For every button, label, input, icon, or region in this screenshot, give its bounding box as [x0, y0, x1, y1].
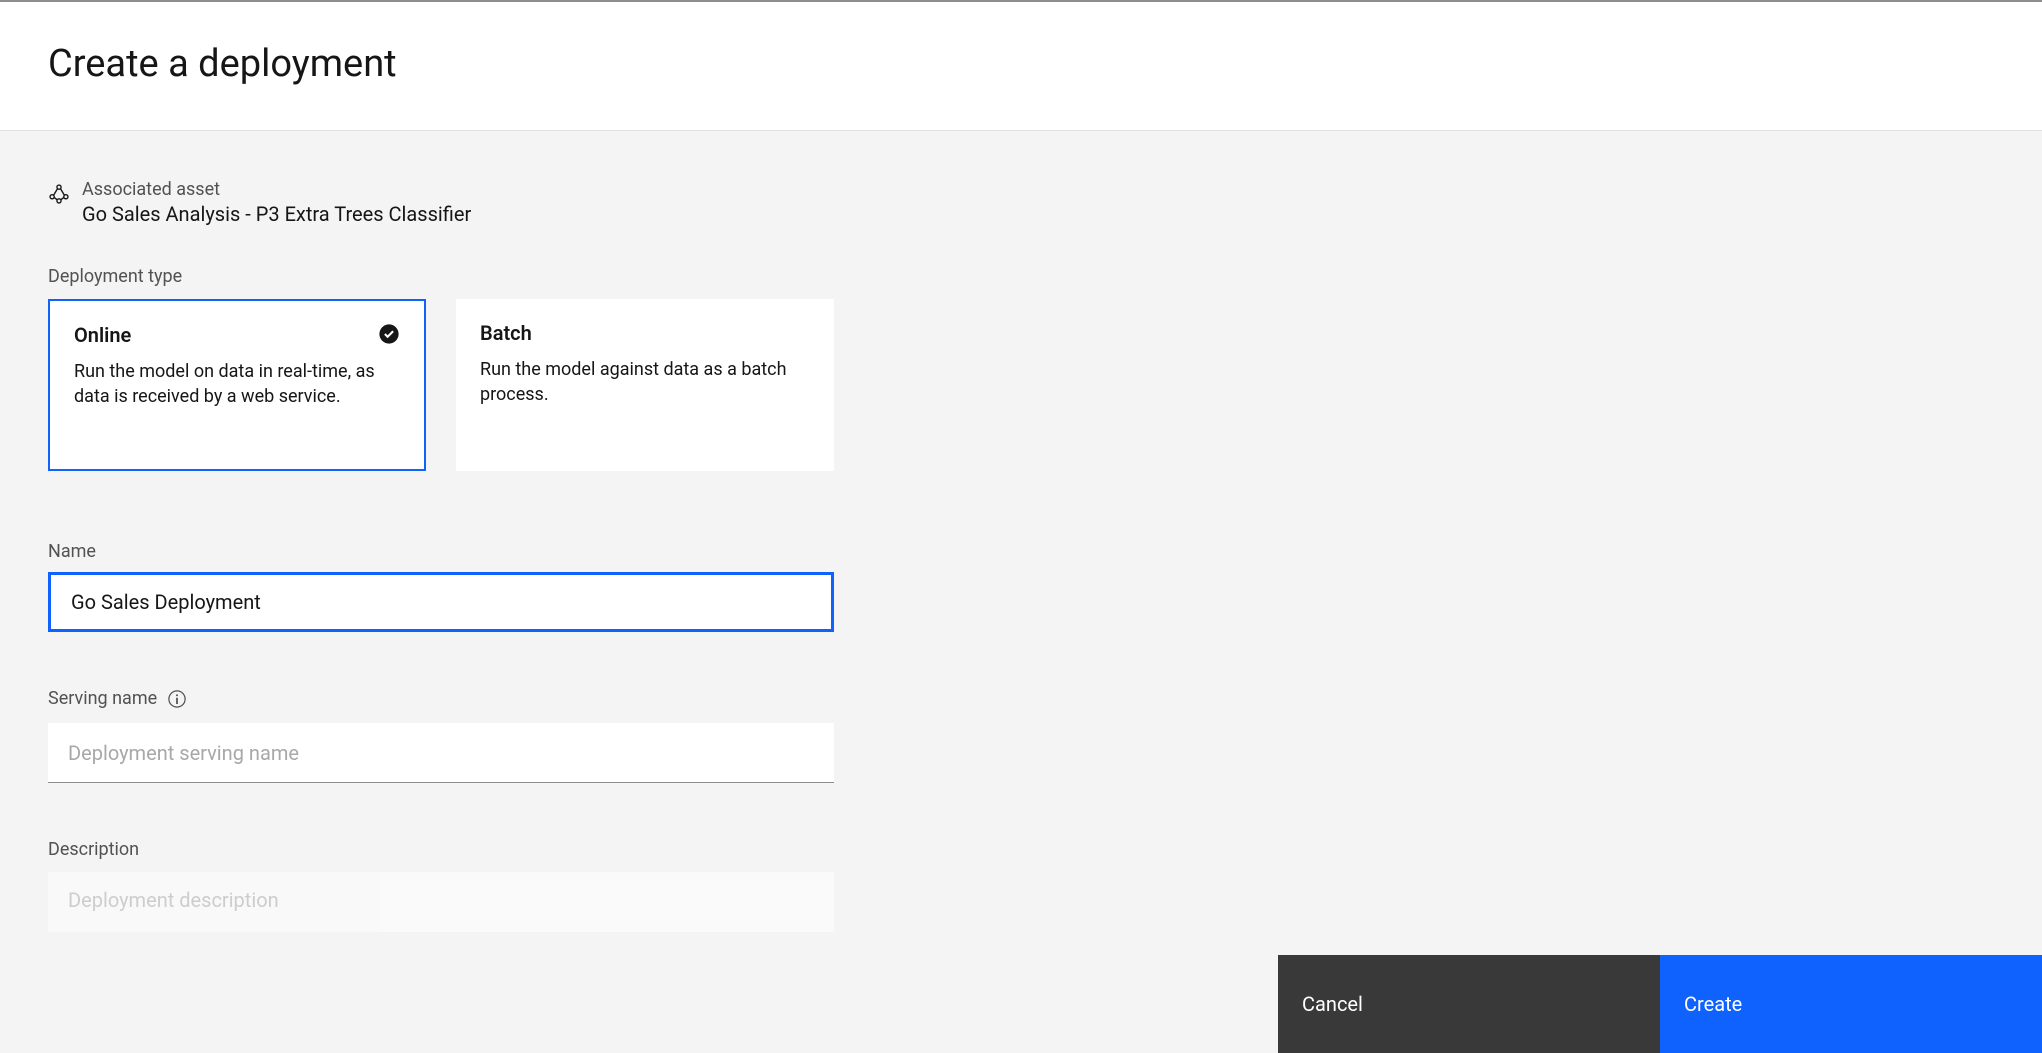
option-description: Run the model against data as a batch pr…	[480, 357, 810, 407]
name-section: Name	[48, 541, 1994, 632]
serving-name-section: Serving name	[48, 688, 1994, 783]
cancel-button[interactable]: Cancel	[1278, 955, 1660, 1053]
option-title: Batch	[480, 321, 810, 345]
associated-asset-name: Go Sales Analysis - P3 Extra Trees Class…	[82, 202, 471, 226]
option-description: Run the model on data in real-time, as d…	[74, 359, 400, 409]
page-header: Create a deployment	[0, 2, 2042, 131]
option-title: Online	[74, 323, 400, 347]
associated-asset-label: Associated asset	[82, 179, 471, 200]
model-icon	[48, 183, 70, 209]
deployment-type-label: Deployment type	[48, 266, 1994, 287]
serving-label-row: Serving name	[48, 688, 1994, 709]
name-label: Name	[48, 541, 1994, 562]
description-input[interactable]	[48, 872, 834, 932]
deployment-type-batch[interactable]: Batch Run the model against data as a ba…	[456, 299, 834, 471]
serving-name-input[interactable]	[48, 723, 834, 783]
create-button[interactable]: Create	[1660, 955, 2042, 1053]
name-input[interactable]	[48, 572, 834, 632]
deployment-type-options: Online Run the model on data in real-tim…	[48, 299, 1994, 471]
associated-asset-text: Associated asset Go Sales Analysis - P3 …	[82, 179, 471, 226]
serving-name-label: Serving name	[48, 688, 157, 709]
checkmark-filled-icon	[378, 323, 400, 349]
page-title: Create a deployment	[48, 42, 1994, 86]
description-label: Description	[48, 839, 1994, 860]
description-section: Description	[48, 839, 1994, 936]
main-content: Associated asset Go Sales Analysis - P3 …	[0, 131, 2042, 936]
information-icon[interactable]	[167, 689, 187, 709]
associated-asset-section: Associated asset Go Sales Analysis - P3 …	[48, 179, 1994, 226]
deployment-type-online[interactable]: Online Run the model on data in real-tim…	[48, 299, 426, 471]
footer-actions: Cancel Create	[1278, 955, 2042, 1053]
